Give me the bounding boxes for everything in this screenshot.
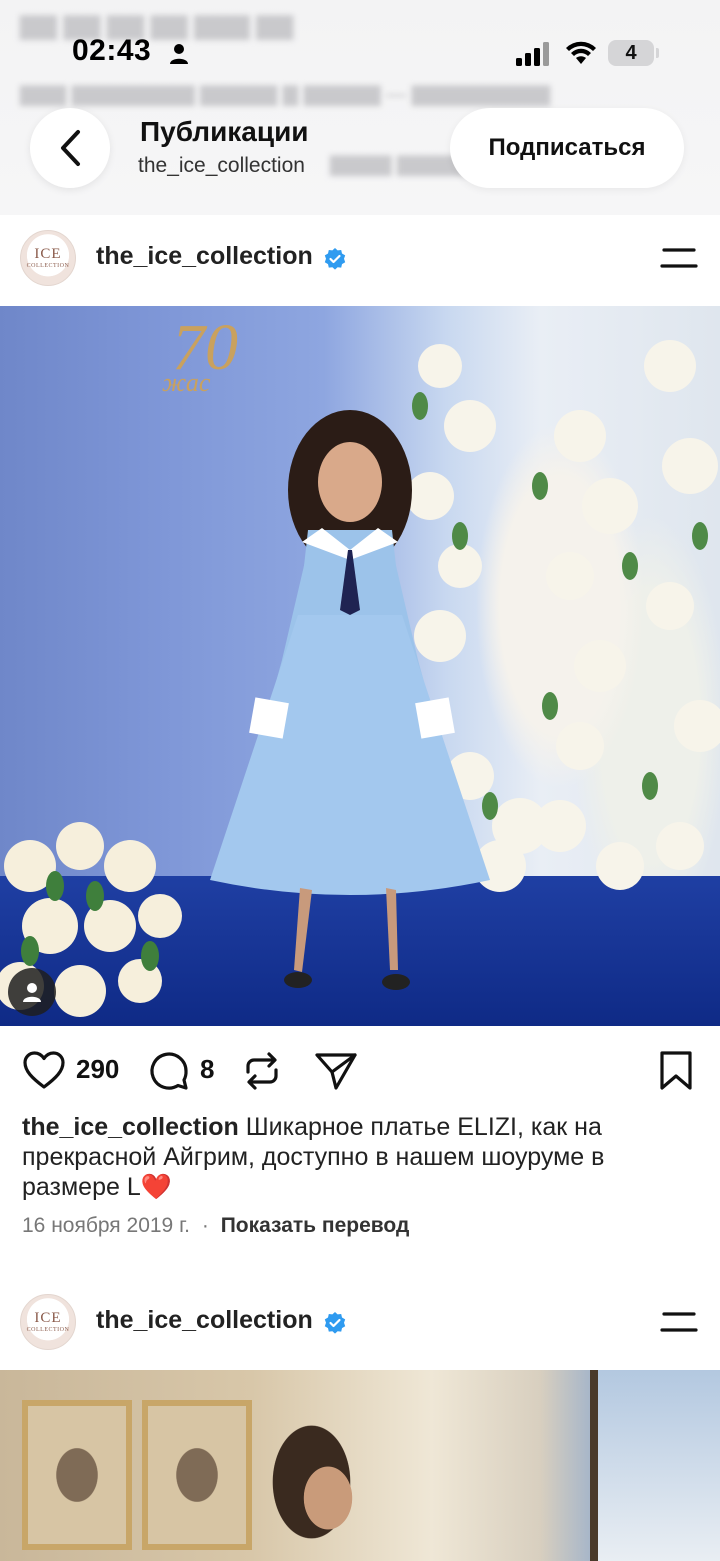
post-meta: 16 ноября 2019 г. · Показать перевод	[22, 1214, 409, 1238]
likes-count[interactable]: 290	[76, 1054, 119, 1085]
menu-icon[interactable]	[660, 246, 698, 270]
battery-level: 4	[625, 41, 637, 64]
avatar-logo-subtext: COLLECTION	[26, 262, 70, 269]
post-actions-bar: 290 8	[0, 1046, 720, 1096]
avatar-logo-subtext: COLLECTION	[26, 1326, 70, 1333]
verified-badge-icon	[324, 1312, 345, 1334]
post-date: 16 ноября 2019 г.	[22, 1214, 190, 1237]
post-header: ICE COLLECTION the_ice_collection	[0, 214, 720, 304]
page-subtitle: the_ice_collection	[138, 154, 305, 177]
send-icon[interactable]	[314, 1050, 358, 1092]
avatar-logo-text: ICE	[34, 245, 62, 262]
repost-icon[interactable]	[242, 1050, 282, 1092]
status-time: 02:43	[72, 34, 152, 67]
wall-frame	[22, 1400, 132, 1550]
person-icon	[23, 983, 41, 1002]
tagged-people-button[interactable]	[8, 968, 56, 1016]
verified-badge-icon	[324, 248, 345, 270]
wall-frame	[142, 1400, 252, 1550]
follow-button[interactable]: Подписаться	[450, 108, 684, 188]
post-photo[interactable]: 70 жас	[0, 306, 720, 1026]
back-button[interactable]	[30, 108, 110, 188]
blurred-background-text: ▇▇▇ ▇▇▇▇▇▇▇▇ ▇▇▇▇▇ ▇ ▇▇▇▇▇ — ▇▇▇▇▇▇▇▇▇	[20, 84, 551, 106]
battery-indicator: 4	[608, 40, 659, 66]
chevron-left-icon	[61, 130, 80, 166]
person-status-icon	[170, 44, 188, 64]
show-translation-link[interactable]: Показать перевод	[221, 1214, 410, 1237]
post-caption: the_ice_collection Шикарное платье ELIZI…	[22, 1112, 682, 1202]
avatar[interactable]: ICE COLLECTION	[20, 1294, 76, 1350]
avatar-logo-text: ICE	[34, 1309, 62, 1326]
page-title: Публикации	[140, 116, 309, 147]
post-photo[interactable]	[0, 1370, 720, 1561]
avatar[interactable]: ICE COLLECTION	[20, 230, 76, 286]
model-figure	[210, 410, 490, 990]
model-figure	[262, 1410, 372, 1561]
post-username[interactable]: the_ice_collection	[96, 242, 313, 271]
comments-count[interactable]: 8	[200, 1054, 214, 1085]
bookmark-icon[interactable]	[658, 1050, 694, 1092]
anniversary-sign-word: жас	[162, 368, 211, 397]
top-header-area: ▇▇ ▇▇ ▇▇ ▇▇ ▇▇▇ ▇▇ ▇▇▇ ▇▇▇▇▇▇▇▇ ▇▇▇▇▇ ▇ …	[0, 0, 720, 215]
wifi-icon	[566, 41, 596, 64]
meta-separator: ·	[201, 1214, 209, 1237]
comment-icon[interactable]	[148, 1050, 190, 1092]
post-username[interactable]: the_ice_collection	[96, 1306, 313, 1335]
menu-icon[interactable]	[660, 1310, 698, 1334]
post-header: ICE COLLECTION the_ice_collection	[0, 1278, 720, 1368]
blurred-background-text: ▇▇ ▇▇ ▇▇ ▇▇ ▇▇▇ ▇▇	[20, 13, 294, 40]
cellular-signal-icon	[516, 42, 549, 66]
heart-icon[interactable]	[22, 1050, 66, 1090]
window	[590, 1370, 720, 1561]
caption-username[interactable]: the_ice_collection	[22, 1113, 239, 1141]
